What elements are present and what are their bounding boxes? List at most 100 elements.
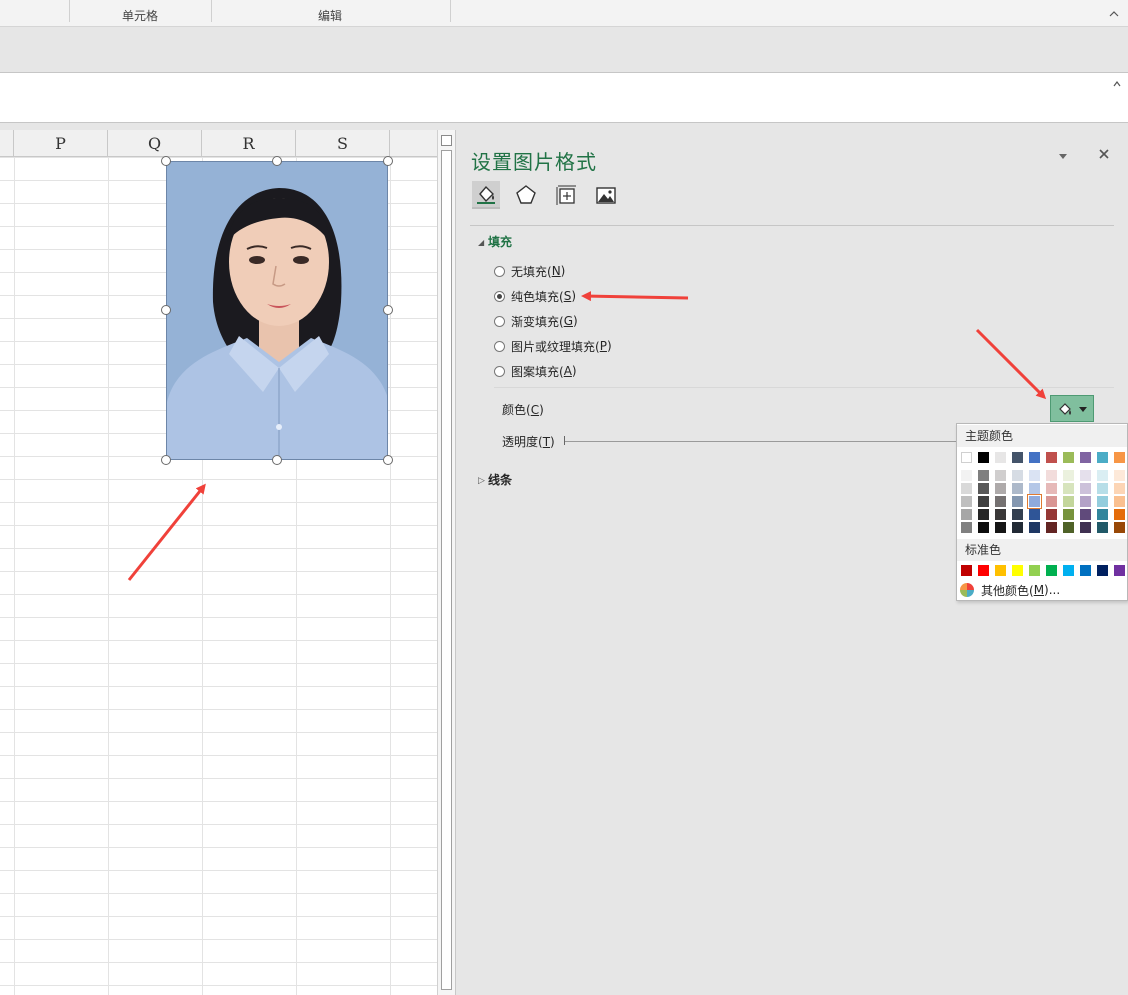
fill-section-header[interactable]: ◢ 填充 (478, 233, 512, 250)
transparency-slider-track[interactable] (564, 441, 964, 442)
theme-color-swatch[interactable] (1046, 452, 1057, 463)
radio-no-fill[interactable]: 无填充(N) (494, 263, 565, 279)
standard-color-swatch[interactable] (978, 565, 989, 576)
theme-shade-swatch[interactable] (961, 509, 972, 520)
theme-shade-swatch[interactable] (1012, 470, 1023, 481)
theme-shade-swatch[interactable] (1063, 470, 1074, 481)
theme-shade-swatch[interactable] (1029, 509, 1040, 520)
standard-color-swatch[interactable] (961, 565, 972, 576)
theme-shade-swatch[interactable] (1114, 483, 1125, 494)
resize-handle-top-right[interactable] (383, 156, 393, 166)
close-icon[interactable] (1098, 148, 1110, 160)
theme-shade-swatch[interactable] (1063, 509, 1074, 520)
theme-shade-swatch[interactable] (1114, 509, 1125, 520)
scroll-up-button[interactable] (441, 135, 452, 146)
formula-bar-collapse-icon[interactable] (1112, 79, 1122, 89)
pane-options-dropdown-icon[interactable] (1057, 150, 1069, 162)
resize-handle-right[interactable] (383, 305, 393, 315)
theme-shade-swatch[interactable] (961, 483, 972, 494)
theme-shade-swatch[interactable] (1012, 483, 1023, 494)
column-header-r[interactable]: R (202, 130, 296, 157)
theme-shade-swatch[interactable] (978, 483, 989, 494)
standard-color-swatch[interactable] (1012, 565, 1023, 576)
fill-line-tab[interactable] (472, 181, 500, 209)
theme-shade-swatch[interactable] (961, 522, 972, 533)
theme-shade-swatch[interactable] (1046, 522, 1057, 533)
theme-shade-swatch[interactable] (1080, 522, 1091, 533)
radio-gradient-fill[interactable]: 渐变填充(G) (494, 313, 578, 329)
radio-pattern-fill[interactable]: 图案填充(A) (494, 363, 577, 379)
radio-solid-fill[interactable]: 纯色填充(S) (494, 288, 576, 304)
standard-color-swatch[interactable] (1063, 565, 1074, 576)
theme-shade-swatch[interactable] (1114, 522, 1125, 533)
theme-shade-swatch[interactable] (1029, 522, 1040, 533)
theme-shade-swatch[interactable] (1114, 496, 1125, 507)
effects-tab[interactable] (512, 181, 540, 209)
theme-shade-swatch[interactable] (1080, 496, 1091, 507)
theme-color-swatch[interactable] (1063, 452, 1074, 463)
theme-shade-swatch[interactable] (1063, 496, 1074, 507)
theme-color-swatch[interactable] (1029, 452, 1040, 463)
theme-shade-swatch[interactable] (1097, 470, 1108, 481)
radio-button[interactable] (494, 365, 505, 377)
theme-shade-swatch[interactable] (978, 522, 989, 533)
theme-shade-swatch[interactable] (1063, 522, 1074, 533)
theme-shade-swatch[interactable] (995, 496, 1006, 507)
theme-shade-swatch[interactable] (995, 483, 1006, 494)
radio-button[interactable] (494, 265, 505, 277)
standard-color-swatch[interactable] (1029, 565, 1040, 576)
theme-shade-swatch[interactable] (995, 509, 1006, 520)
theme-shade-swatch[interactable] (978, 509, 989, 520)
theme-shade-swatch[interactable] (1012, 509, 1023, 520)
theme-shade-swatch[interactable] (1080, 483, 1091, 494)
theme-color-swatch[interactable] (961, 452, 972, 463)
theme-color-swatch[interactable] (1080, 452, 1091, 463)
theme-shade-swatch[interactable] (1046, 483, 1057, 494)
vertical-scrollbar[interactable] (437, 130, 456, 995)
resize-handle-bottom[interactable] (272, 455, 282, 465)
theme-shade-swatch[interactable] (1027, 494, 1042, 509)
standard-color-swatch[interactable] (1097, 565, 1108, 576)
theme-shade-swatch[interactable] (1097, 522, 1108, 533)
formula-bar[interactable] (0, 72, 1128, 123)
theme-shade-swatch[interactable] (1080, 470, 1091, 481)
more-colors-item[interactable]: 其他颜色(M)... (959, 582, 1060, 598)
theme-shade-swatch[interactable] (1046, 509, 1057, 520)
theme-shade-swatch[interactable] (961, 496, 972, 507)
standard-color-swatch[interactable] (1080, 565, 1091, 576)
theme-shade-swatch[interactable] (995, 470, 1006, 481)
column-header-partial[interactable] (0, 130, 14, 157)
theme-color-swatch[interactable] (995, 452, 1006, 463)
radio-button[interactable] (494, 340, 505, 352)
scrollbar-thumb[interactable] (441, 150, 452, 990)
theme-color-swatch[interactable] (1012, 452, 1023, 463)
transparency-slider-thumb[interactable] (564, 436, 565, 445)
collapse-ribbon-icon[interactable] (1108, 8, 1120, 20)
picture-tab[interactable] (592, 181, 620, 209)
radio-button[interactable] (494, 290, 505, 302)
theme-shade-swatch[interactable] (1012, 496, 1023, 507)
column-header-p[interactable]: P (14, 130, 108, 157)
radio-button[interactable] (494, 315, 505, 327)
theme-shade-swatch[interactable] (1097, 483, 1108, 494)
resize-handle-left[interactable] (161, 305, 171, 315)
theme-shade-swatch[interactable] (995, 522, 1006, 533)
column-header-q[interactable]: Q (108, 130, 202, 157)
theme-shade-swatch[interactable] (1063, 483, 1074, 494)
theme-shade-swatch[interactable] (1046, 470, 1057, 481)
theme-shade-swatch[interactable] (1029, 470, 1040, 481)
resize-handle-bottom-left[interactable] (161, 455, 171, 465)
theme-shade-swatch[interactable] (1029, 483, 1040, 494)
theme-shade-swatch[interactable] (1080, 509, 1091, 520)
resize-handle-top-left[interactable] (161, 156, 171, 166)
radio-picture-texture-fill[interactable]: 图片或纹理填充(P) (494, 338, 612, 354)
theme-shade-swatch[interactable] (1097, 509, 1108, 520)
theme-shade-swatch[interactable] (1114, 470, 1125, 481)
standard-color-swatch[interactable] (1046, 565, 1057, 576)
theme-color-swatch[interactable] (1097, 452, 1108, 463)
theme-shade-swatch[interactable] (961, 470, 972, 481)
resize-handle-bottom-right[interactable] (383, 455, 393, 465)
column-header-s[interactable]: S (296, 130, 390, 157)
theme-shade-swatch[interactable] (1097, 496, 1108, 507)
resize-handle-top[interactable] (272, 156, 282, 166)
